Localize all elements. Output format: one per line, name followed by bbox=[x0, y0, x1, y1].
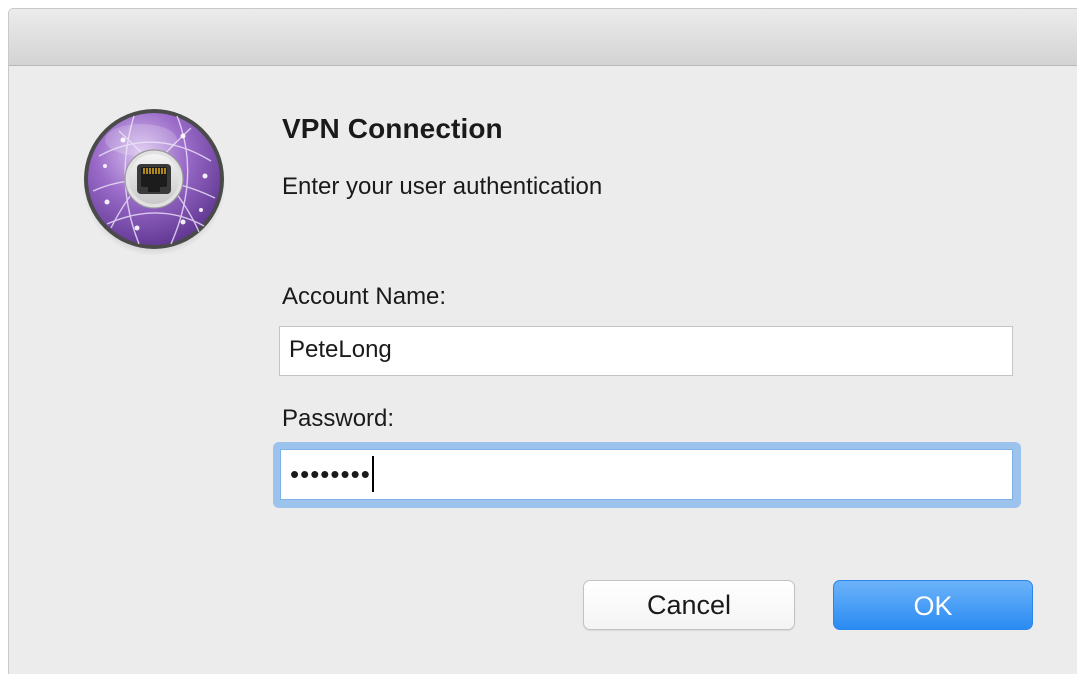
password-masked-value: •••••••• bbox=[290, 459, 371, 489]
account-name-value: PeteLong bbox=[289, 336, 392, 363]
account-name-field[interactable]: PeteLong bbox=[279, 326, 1013, 376]
dialog-message: Enter your user authentication bbox=[282, 173, 603, 200]
vpn-dialog-window: VPN Connection Enter your user authentic… bbox=[8, 8, 1077, 674]
title-bar[interactable] bbox=[9, 9, 1077, 66]
dialog-title: VPN Connection bbox=[282, 113, 503, 144]
password-label: Password: bbox=[282, 405, 395, 432]
text-caret bbox=[371, 456, 374, 493]
network-globe-ethernet-icon bbox=[79, 106, 229, 256]
account-name-label: Account Name: bbox=[282, 283, 447, 310]
cancel-button[interactable]: Cancel bbox=[583, 580, 795, 630]
password-field[interactable]: •••••••• bbox=[280, 449, 1013, 500]
ok-button[interactable]: OK bbox=[833, 580, 1033, 630]
